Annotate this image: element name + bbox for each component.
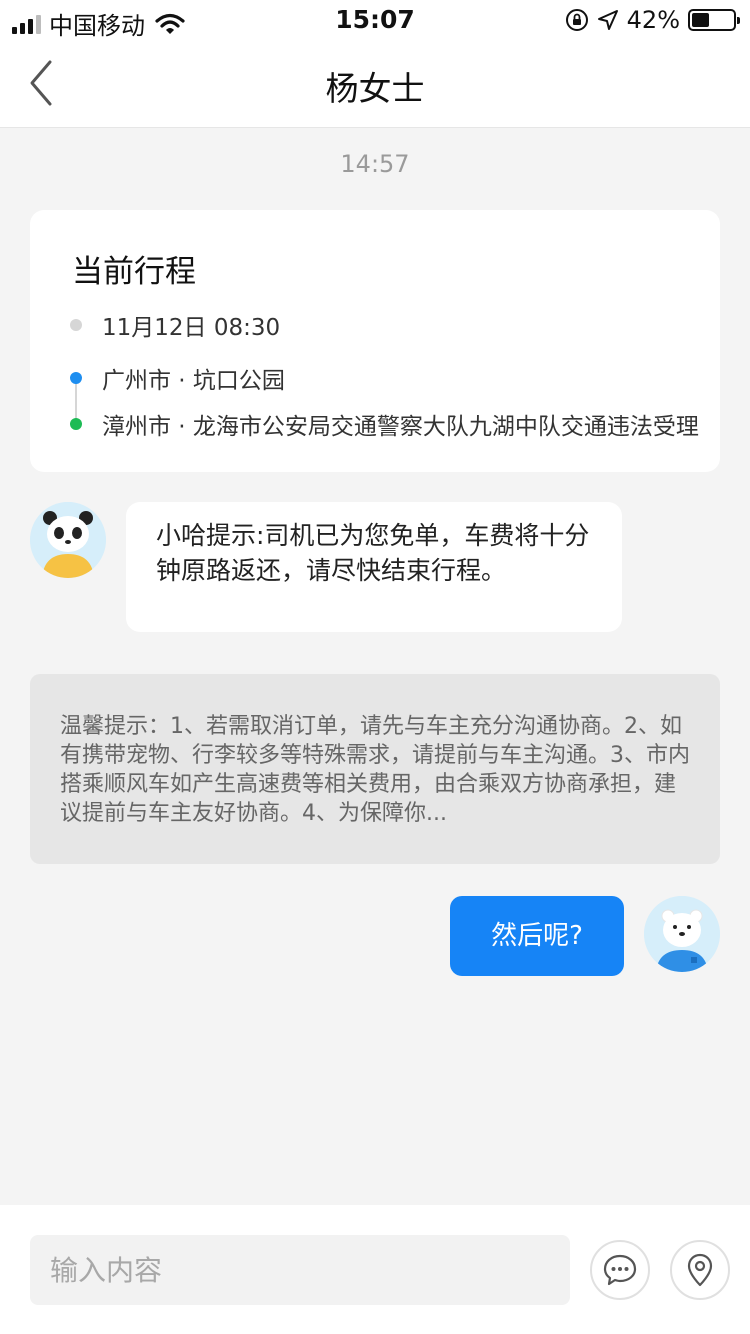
- orientation-lock-icon: [565, 9, 588, 31]
- trip-time-row: 11月12日 08:30: [70, 308, 280, 342]
- battery-percent: 42%: [626, 6, 680, 34]
- panda-avatar-icon: [30, 502, 106, 578]
- trip-destination: 漳州市 · 龙海市公安局交通警察大队九湖中队交通违法受理: [102, 414, 699, 440]
- chat-timestamp: 14:57: [340, 150, 410, 178]
- polar-bear-avatar[interactable]: [644, 896, 720, 972]
- page-title: 杨女士: [325, 69, 425, 108]
- status-right: 42%: [565, 6, 740, 34]
- send-location-button[interactable]: [670, 1240, 730, 1300]
- quick-reply-icon: [603, 1254, 637, 1286]
- origin-dot-icon: [70, 372, 82, 384]
- quick-reply-button[interactable]: [590, 1240, 650, 1300]
- trip-card[interactable]: 当前行程 11月12日 08:30 广州市 · 坑口公园 漳州市 · 龙海市公安…: [30, 210, 720, 472]
- destination-dot-icon: [70, 418, 82, 430]
- trip-origin-row: 广州市 · 坑口公园: [70, 361, 285, 395]
- message-input[interactable]: [30, 1235, 570, 1305]
- trip-time: 11月12日 08:30: [102, 315, 281, 341]
- polar-bear-avatar-icon: [644, 896, 720, 972]
- time-dot-icon: [70, 319, 82, 331]
- location-pin-icon: [687, 1253, 713, 1287]
- input-bar: [0, 1205, 750, 1334]
- trip-origin: 广州市 · 坑口公园: [102, 368, 285, 394]
- location-arrow-icon: [597, 10, 618, 30]
- panda-avatar[interactable]: [30, 502, 106, 578]
- status-bar: 中国移动 15:07 42%: [0, 0, 750, 40]
- battery-fill: [692, 13, 709, 27]
- trip-card-title: 当前行程: [72, 254, 196, 290]
- battery-icon: [688, 9, 740, 31]
- nav-bar: 杨女士: [0, 40, 750, 128]
- trip-destination-row: 漳州市 · 龙海市公安局交通警察大队九湖中队交通违法受理: [70, 407, 699, 441]
- user-message-bubble[interactable]: 然后呢?: [450, 896, 624, 976]
- system-message-bubble: 小哈提示:司机已为您免单，车费将十分钟原路返还，请尽快结束行程。: [126, 502, 622, 632]
- safety-notice: 温馨提示：1、若需取消订单，请先与车主充分沟通协商。2、如有携带宠物、行李较多等…: [30, 674, 720, 864]
